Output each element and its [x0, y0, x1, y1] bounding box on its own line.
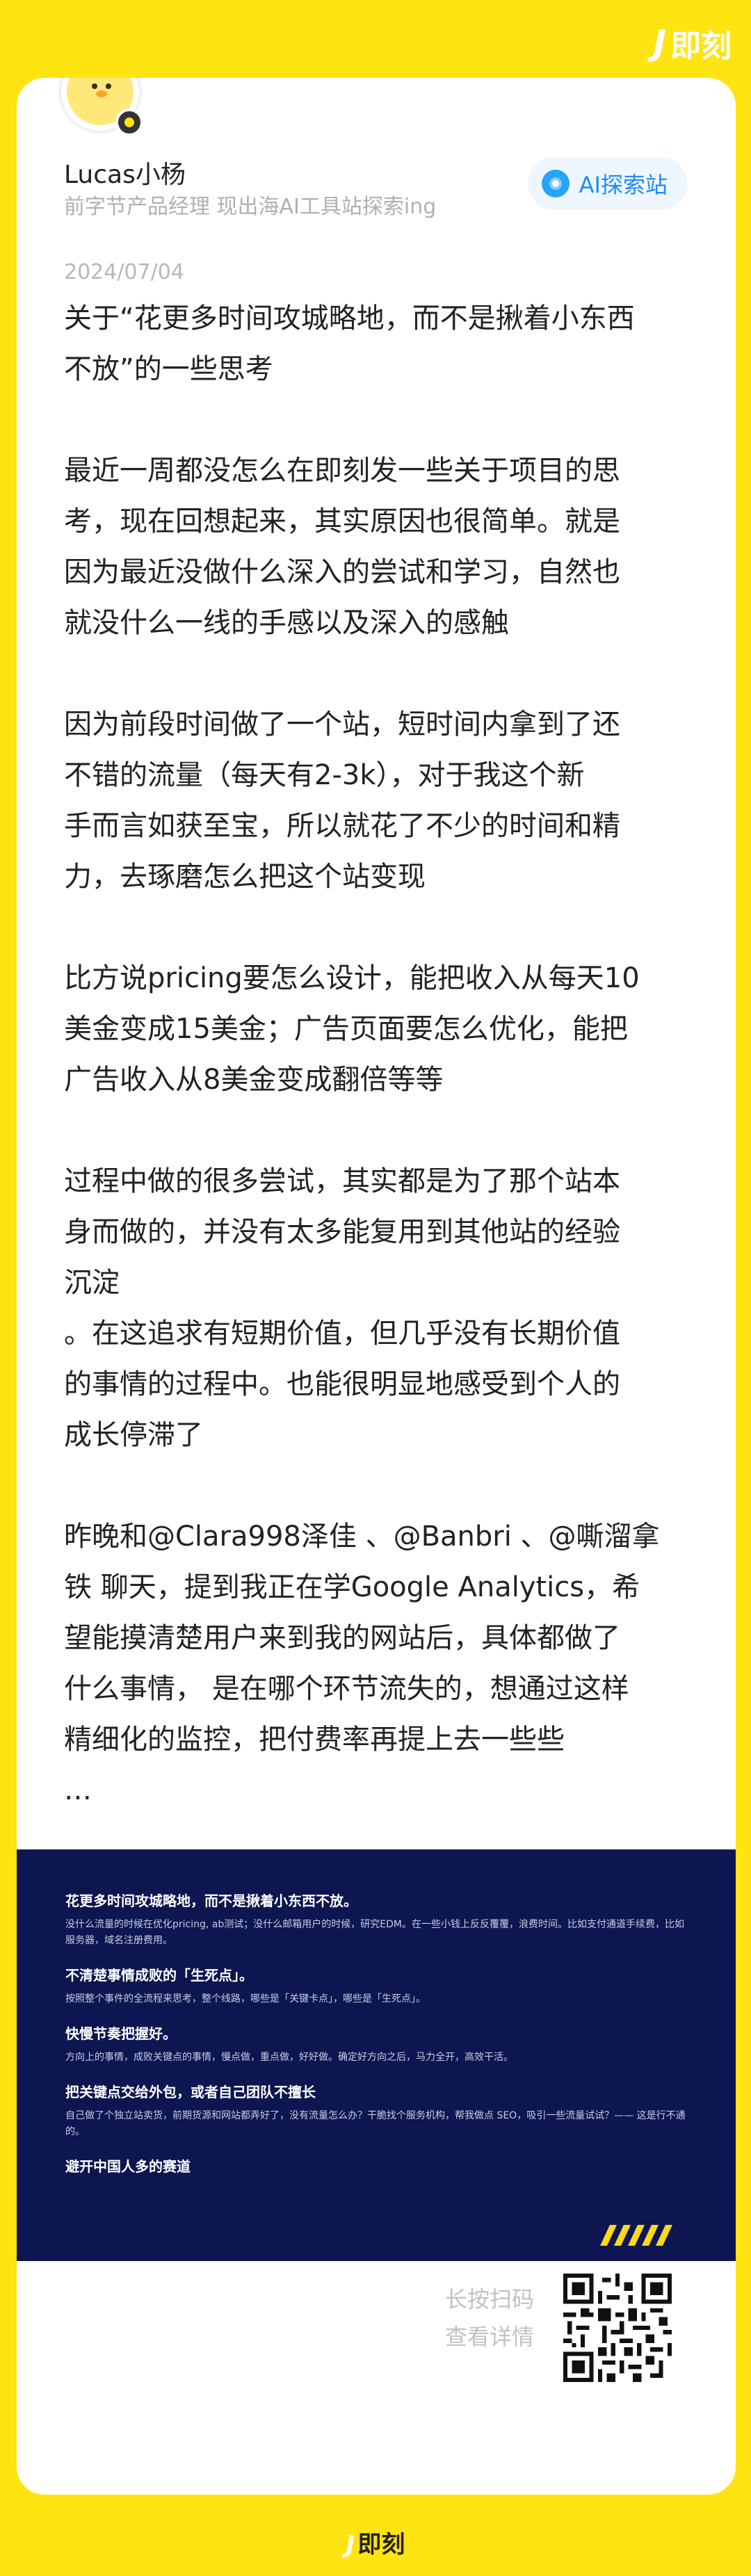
logo-text: 即刻	[670, 29, 732, 64]
footer-logo-mark-icon: J	[346, 2531, 355, 2559]
post-card: Lucas小杨 前字节产品经理 现出海AI工具站探索ing AI探索站 2024…	[17, 78, 736, 2495]
banner-section-2: 不清楚事情成败的「生死点」。 按照整个事件的全流程来思考，整个线路，哪些是「关键…	[65, 1964, 687, 2007]
banner-section-1: 花更多时间攻城略地，而不是揪着小东西不放。 没什么流量的时候在优化pricing…	[65, 1890, 687, 1949]
footer-logo: J 即刻	[0, 2525, 751, 2559]
post-body: 关于“花更多时间攻城略地，而不是揪着小东西 不放”的一些思考 最近一周都没怎么在…	[64, 302, 660, 1806]
author-bio: 前字节产品经理 现出海AI工具站探索ing	[64, 195, 437, 219]
scan-hint-line1: 长按扫码	[445, 2286, 535, 2312]
banner-section-3: 快慢节奏把握好。 方向上的事情，成败关键点的事情，慢点做，重点做，好好做。确定好…	[65, 2023, 687, 2066]
summary-banner: 花更多时间攻城略地，而不是揪着小东西不放。 没什么流量的时候在优化pricing…	[17, 1849, 736, 2261]
banner-heading: 不清楚事情成败的「生死点」。	[65, 1967, 253, 1984]
logo-mark-icon: J	[653, 23, 666, 63]
banner-heading: 把关键点交给外包，或者自己团队不擅长	[65, 2084, 316, 2100]
app-logo: J 即刻	[653, 21, 732, 65]
decorative-stripes-icon	[600, 2225, 672, 2246]
banner-text: 方向上的事情，成败关键点的事情，慢点做，重点做，好好做。确定好方向之后，马力全开…	[65, 2052, 513, 2063]
qr-code-icon[interactable]	[563, 2274, 672, 2382]
banner-heading: 快慢节奏把握好。	[65, 2025, 177, 2042]
banner-heading: 花更多时间攻城略地，而不是揪着小东西不放。	[65, 1893, 357, 1909]
footer-logo-text: 即刻	[357, 2531, 405, 2559]
topic-label: AI探索站	[579, 172, 668, 198]
banner-section-5: 避开中国人多的赛道	[65, 2155, 687, 2176]
banner-heading: 避开中国人多的赛道	[65, 2158, 191, 2175]
scan-hint: 长按扫码 查看详情	[445, 2281, 534, 2356]
topic-chip[interactable]: AI探索站	[527, 157, 687, 210]
banner-section-4: 把关键点交给外包，或者自己团队不擅长 自己做了个独立站卖货，前期货源和网站都弄好…	[65, 2081, 687, 2140]
topic-icon	[541, 170, 570, 197]
scan-hint-line2: 查看详情	[445, 2324, 535, 2350]
post-date: 2024/07/04	[64, 260, 184, 284]
banner-text: 没什么流量的时候在优化pricing, ab测试；没什么邮箱用户的时候，研究ED…	[65, 1919, 684, 1946]
author-name[interactable]: Lucas小杨	[64, 154, 186, 191]
verified-badge-icon	[115, 108, 143, 136]
banner-text: 自己做了个独立站卖货，前期货源和网站都弄好了，没有流量怎么办？干脆找个服务机构，…	[65, 2110, 686, 2137]
banner-text: 按照整个事件的全流程来思考，整个线路，哪些是「关键卡点」，哪些是「生死点」。	[65, 1993, 426, 2004]
